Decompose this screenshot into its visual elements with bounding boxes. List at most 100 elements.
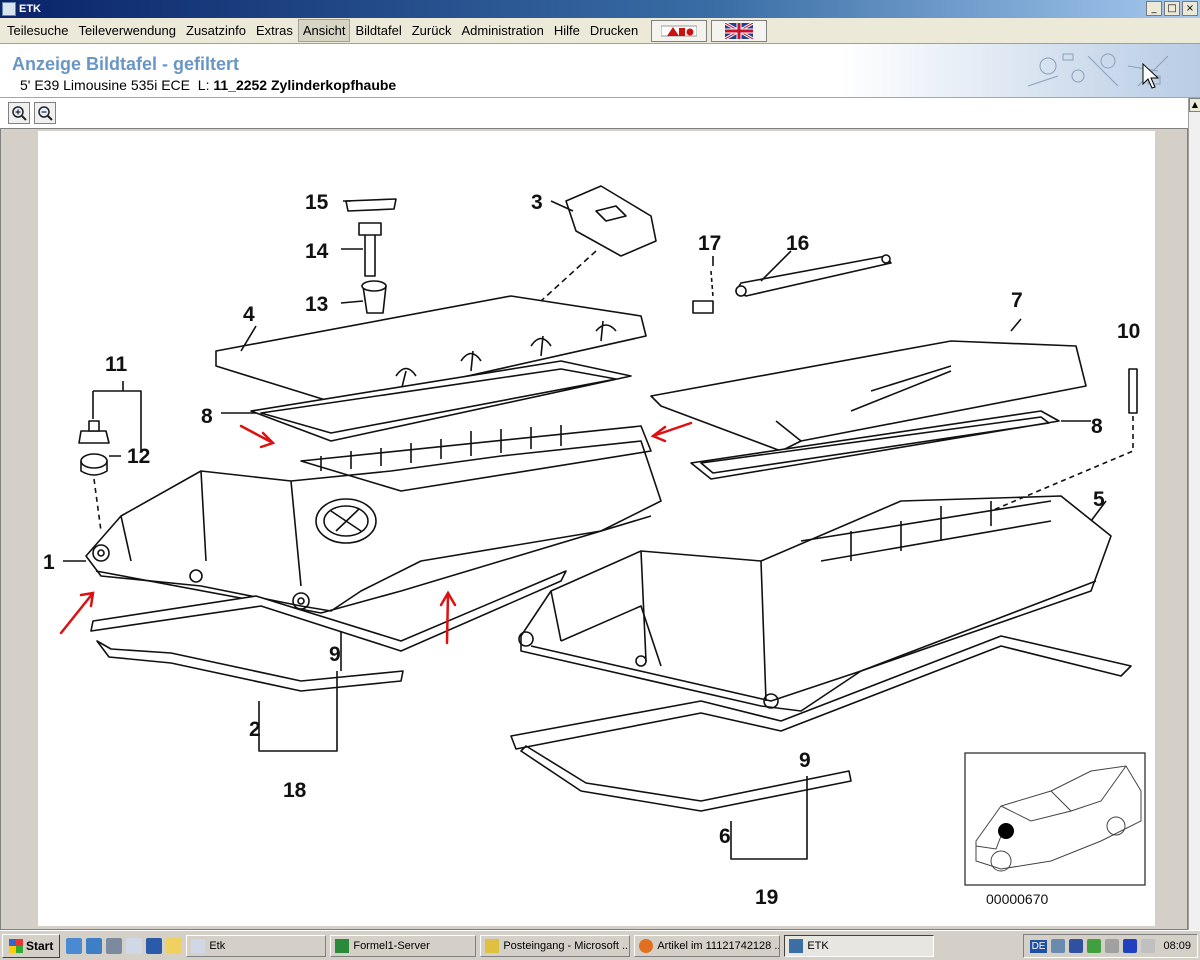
task-label: Posteingang - Microsoft ... xyxy=(503,939,631,952)
part-label-16[interactable]: 16 xyxy=(786,232,809,255)
start-label: Start xyxy=(26,938,54,953)
scroll-up-icon[interactable]: ▲ xyxy=(1189,98,1200,112)
network-tray-icon[interactable] xyxy=(1051,939,1066,953)
part-label-6[interactable]: 6 xyxy=(719,825,731,848)
part-label-4[interactable]: 4 xyxy=(243,303,255,326)
menu-hilfe[interactable]: Hilfe xyxy=(549,19,585,42)
page-title: Anzeige Bildtafel - gefiltert xyxy=(12,54,240,74)
zoom-in-icon xyxy=(12,106,27,121)
windows-logo-icon xyxy=(9,938,23,953)
l-prefix: L: xyxy=(197,77,210,93)
task-firefox[interactable]: Artikel im 11121742128 ... xyxy=(634,934,781,957)
menu-extras[interactable]: Extras xyxy=(251,19,298,42)
language-flag-button[interactable] xyxy=(711,19,768,42)
maximize-button[interactable]: □ xyxy=(1164,1,1180,16)
parts-diagram[interactable]: 1 2 3 4 5 6 7 8 8 9 9 10 11 12 13 14 15 … xyxy=(38,131,1155,926)
part-label-19[interactable]: 19 xyxy=(755,886,778,909)
part-label-10[interactable]: 10 xyxy=(1117,320,1140,343)
close-button[interactable]: × xyxy=(1182,1,1198,16)
start-button[interactable]: Start xyxy=(2,933,61,958)
part-label-8-left[interactable]: 8 xyxy=(201,405,213,428)
right-top-shroud xyxy=(650,340,1087,452)
window-titlebar: ETK _ □ × xyxy=(0,0,1200,18)
part-label-9-right[interactable]: 9 xyxy=(799,749,811,772)
parts-collage-decoration xyxy=(1027,53,1169,89)
menu-bar: Teilesuche Teileverwendung Zusatzinfo Ex… xyxy=(0,18,1200,44)
diagram-toolbar xyxy=(0,98,1188,128)
part-label-17[interactable]: 17 xyxy=(698,232,721,255)
language-indicator[interactable]: DE xyxy=(1029,939,1048,953)
zoom-out-icon xyxy=(38,106,53,121)
network-icon[interactable] xyxy=(106,937,123,954)
minimize-button[interactable]: _ xyxy=(1146,1,1162,16)
task-etk-small[interactable]: Etk xyxy=(186,934,327,957)
task-label: Artikel im 11121742128 ... xyxy=(657,939,781,952)
oil-cap xyxy=(565,185,657,257)
task-outlook[interactable]: Posteingang - Microsoft ... xyxy=(480,934,631,957)
etk-task-icon xyxy=(191,938,206,953)
bmw-aos-flag-icon xyxy=(661,25,698,36)
stud xyxy=(1128,368,1138,414)
firefox-task-icon xyxy=(639,938,654,953)
task-etk-active[interactable]: ETK xyxy=(784,934,935,957)
menu-teilesuche[interactable]: Teilesuche xyxy=(2,19,73,42)
volume-tray-icon[interactable] xyxy=(1141,939,1156,953)
zoom-in-button[interactable] xyxy=(8,102,30,124)
windows-taskbar: Start Etk Formel1-Server Posteingang - M… xyxy=(0,930,1200,960)
display-tray-icon[interactable] xyxy=(1123,939,1138,953)
taskbar-clock: 08:09 xyxy=(1163,940,1191,952)
menu-ansicht[interactable]: Ansicht xyxy=(297,19,351,42)
folder-icon[interactable] xyxy=(166,937,183,954)
part-label-13[interactable]: 13 xyxy=(305,293,328,316)
vnc-tray-icon[interactable] xyxy=(1069,939,1084,953)
menu-zusatzinfo[interactable]: Zusatzinfo xyxy=(181,19,251,42)
system-tray: DE 08:09 xyxy=(1022,934,1198,958)
ie-icon[interactable] xyxy=(86,937,103,954)
part-label-15[interactable]: 15 xyxy=(305,191,329,214)
grommet-assembly xyxy=(78,420,110,532)
image-number: 00000670 xyxy=(986,891,1049,907)
zoom-out-button[interactable] xyxy=(34,102,56,124)
menu-drucken[interactable]: Drucken xyxy=(585,19,643,42)
menu-teileverwendung[interactable]: Teileverwendung xyxy=(73,19,181,42)
task-label: Etk xyxy=(209,939,226,952)
group-name: 11_2252 Zylinderkopfhaube xyxy=(213,77,397,93)
part-label-7[interactable]: 7 xyxy=(1011,289,1023,312)
menu-zurueck[interactable]: Zurück xyxy=(407,19,457,42)
part-label-9-left[interactable]: 9 xyxy=(329,643,341,666)
task-label: Formel1-Server xyxy=(353,939,430,952)
part-label-5[interactable]: 5 xyxy=(1093,488,1105,511)
part-label-8-right[interactable]: 8 xyxy=(1091,415,1103,438)
quick-launch xyxy=(66,937,183,954)
part-label-1[interactable]: 1 xyxy=(43,551,55,574)
vehicle-location-inset xyxy=(964,752,1146,886)
server-task-icon xyxy=(335,938,350,953)
part-label-12[interactable]: 12 xyxy=(127,445,150,468)
menu-administration[interactable]: Administration xyxy=(456,19,548,42)
part-label-18[interactable]: 18 xyxy=(283,779,307,802)
uk-flag-icon xyxy=(725,22,754,39)
vehicle-subtitle: 5' E39 Limousine 535i ECE L: 11_2252 Zyl… xyxy=(20,77,396,93)
browser-icon[interactable] xyxy=(66,937,83,954)
security-tray-icon[interactable] xyxy=(1087,939,1102,953)
part-label-2[interactable]: 2 xyxy=(249,718,261,741)
etk-window-task-icon xyxy=(789,938,804,953)
menu-bildtafel[interactable]: Bildtafel xyxy=(350,19,406,42)
part-label-14[interactable]: 14 xyxy=(305,240,329,263)
etk-app-icon xyxy=(2,2,16,16)
etk-shortcut-icon[interactable] xyxy=(126,937,143,954)
task-formel1-server[interactable]: Formel1-Server xyxy=(330,934,477,957)
page-header: Anzeige Bildtafel - gefiltert 5' E39 Lim… xyxy=(0,44,1200,98)
part-label-11[interactable]: 11 xyxy=(105,353,128,376)
tis-icon[interactable] xyxy=(146,937,163,954)
part-label-3[interactable]: 3 xyxy=(531,191,543,214)
diagram-frame: 1 2 3 4 5 6 7 8 8 9 9 10 11 12 13 14 15 … xyxy=(0,128,1188,930)
vertical-scrollbar[interactable]: ▲ xyxy=(1188,98,1200,930)
bolt-assembly xyxy=(345,198,397,314)
vehicle-name: 5' E39 Limousine 535i ECE xyxy=(20,77,190,93)
aos-flag-button[interactable] xyxy=(651,19,708,42)
task-label: ETK xyxy=(807,939,829,952)
outlook-task-icon xyxy=(485,938,500,953)
window-title: ETK xyxy=(19,3,41,15)
settings-tray-icon[interactable] xyxy=(1105,939,1120,953)
